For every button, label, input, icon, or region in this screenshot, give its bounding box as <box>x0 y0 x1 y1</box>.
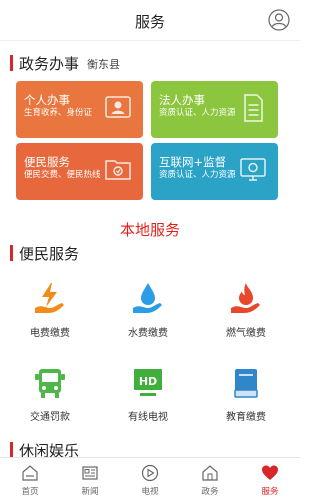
bottom-tab-bar: 首页 新闻 电视 政务 服务 <box>0 457 300 501</box>
legal-affairs-card[interactable]: 法人办事 资质认证、人力资源 <box>151 81 278 138</box>
electricity-payment-item[interactable]: 电费缴费 <box>10 282 90 342</box>
tab-label: 新闻 <box>81 487 99 497</box>
tab-home[interactable]: 首页 <box>0 458 60 501</box>
heart-icon <box>262 465 278 480</box>
bus-icon <box>35 369 65 398</box>
page-title: 服务 <box>134 13 165 31</box>
water-drop-icon <box>133 283 162 313</box>
card-subtitle: 便民交费、便民热线 <box>24 170 101 180</box>
gas-flame-icon <box>231 283 260 313</box>
service-label: 有线电视 <box>128 412 168 423</box>
card-title: 个人办事 <box>24 93 70 107</box>
service-label: 教育缴费 <box>226 412 266 423</box>
service-label: 燃气缴费 <box>226 328 266 339</box>
folder-icon <box>105 160 131 180</box>
card-title: 法人办事 <box>159 93 205 107</box>
monitor-icon <box>240 158 266 181</box>
water-payment-item[interactable]: 水费缴费 <box>108 282 188 342</box>
svg-text:HD: HD <box>139 375 157 388</box>
play-icon <box>141 464 159 482</box>
internet-supervision-card[interactable]: 互联网+监督 资质认证、人力资源 <box>151 143 278 200</box>
gov-building-icon <box>202 465 218 481</box>
local-services-heading: 本地服务 <box>119 221 180 239</box>
card-title: 互联网+监督 <box>159 155 227 169</box>
gov-section-title: 政务办事 <box>19 54 80 73</box>
tab-label: 电视 <box>141 487 159 497</box>
gov-section-location: 衡东县 <box>87 58 121 71</box>
card-subtitle: 生育收养、身份证 <box>24 108 93 118</box>
section-accent-bar <box>10 55 13 71</box>
service-label: 电费缴费 <box>30 328 70 339</box>
education-payment-item[interactable]: 教育缴费 <box>206 366 286 426</box>
convenience-section-title: 便民服务 <box>19 244 80 263</box>
service-label: 水费缴费 <box>128 328 168 339</box>
gov-section-header: 政务办事 衡东县 <box>10 53 120 73</box>
traffic-fine-item[interactable]: 交通罚款 <box>10 366 90 426</box>
card-subtitle: 资质认证、人力资源 <box>159 170 236 180</box>
tab-label: 政务 <box>201 487 219 497</box>
card-title: 便民服务 <box>24 155 70 169</box>
tab-news[interactable]: 新闻 <box>60 458 120 501</box>
document-icon <box>244 94 263 122</box>
electricity-icon <box>35 283 64 313</box>
tab-label: 首页 <box>21 487 39 497</box>
hd-tv-icon: HD <box>134 369 162 396</box>
book-icon <box>234 369 258 398</box>
service-label: 交通罚款 <box>30 412 70 423</box>
top-bar: 服务 <box>0 0 300 41</box>
user-profile-icon[interactable] <box>268 9 290 31</box>
home-icon <box>22 465 38 481</box>
convenience-section-header: 便民服务 <box>10 243 79 263</box>
tab-services[interactable]: 服务 <box>240 458 300 501</box>
section-accent-bar <box>10 245 13 261</box>
id-card-icon <box>105 96 131 118</box>
gas-payment-item[interactable]: 燃气缴费 <box>206 282 286 342</box>
cable-tv-item[interactable]: HD 有线电视 <box>108 366 188 426</box>
tab-label: 服务 <box>261 487 279 497</box>
tab-gov[interactable]: 政务 <box>180 458 240 501</box>
section-accent-bar <box>10 442 13 458</box>
personal-affairs-card[interactable]: 个人办事 生育收养、身份证 <box>16 81 143 138</box>
convenience-services-card[interactable]: 便民服务 便民交费、便民热线 <box>16 143 143 200</box>
news-icon <box>82 466 98 480</box>
card-subtitle: 资质认证、人力资源 <box>159 108 236 118</box>
tab-tv[interactable]: 电视 <box>120 458 180 501</box>
